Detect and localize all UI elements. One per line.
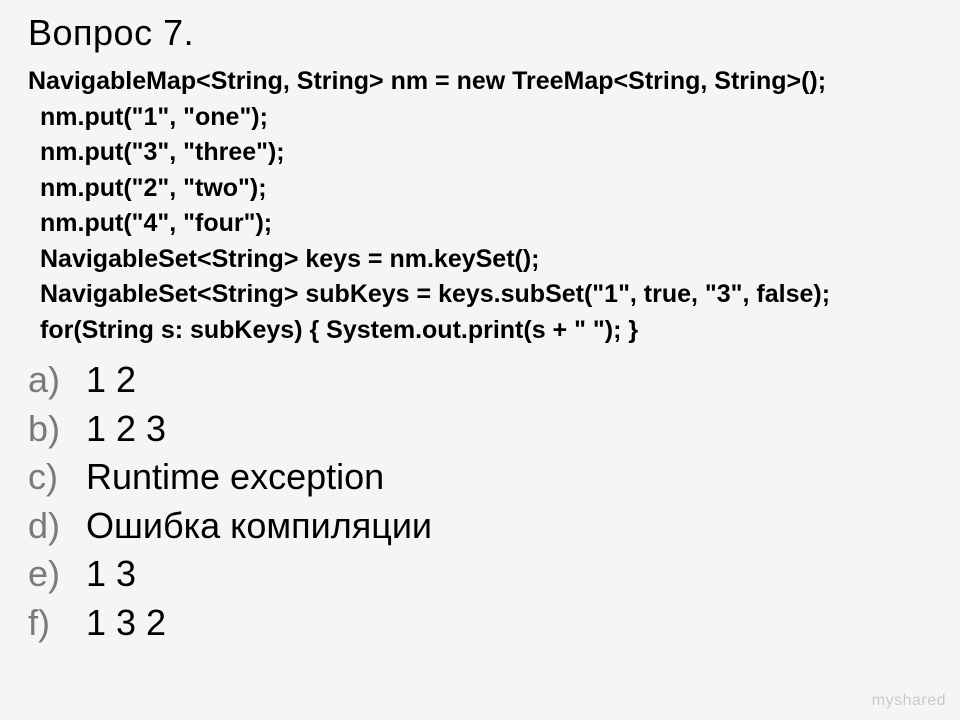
option-text: 1 3 bbox=[86, 550, 136, 599]
code-block: NavigableMap<String, String> nm = new Tr… bbox=[28, 64, 940, 348]
option-a: a) 1 2 bbox=[28, 356, 940, 405]
code-line: nm.put("1", "one"); bbox=[40, 100, 940, 136]
answer-options: a) 1 2 b) 1 2 3 c) Runtime exception d) … bbox=[28, 356, 940, 648]
option-text: Ошибка компиляции bbox=[86, 502, 432, 551]
code-line: nm.put("4", "four"); bbox=[40, 206, 940, 242]
code-line: nm.put("2", "two"); bbox=[40, 171, 940, 207]
option-letter: d) bbox=[28, 502, 86, 551]
option-text: 1 3 2 bbox=[86, 599, 166, 648]
question-title: Вопрос 7. bbox=[28, 12, 940, 54]
code-line: NavigableSet<String> keys = nm.keySet(); bbox=[40, 242, 940, 278]
code-line: NavigableMap<String, String> nm = new Tr… bbox=[28, 64, 940, 100]
code-line: for(String s: subKeys) { System.out.prin… bbox=[40, 313, 940, 349]
option-letter: a) bbox=[28, 356, 86, 405]
option-b: b) 1 2 3 bbox=[28, 405, 940, 454]
option-c: c) Runtime exception bbox=[28, 453, 940, 502]
option-e: e) 1 3 bbox=[28, 550, 940, 599]
option-letter: c) bbox=[28, 453, 86, 502]
code-line: nm.put("3", "three"); bbox=[40, 135, 940, 171]
option-f: f) 1 3 2 bbox=[28, 599, 940, 648]
option-d: d) Ошибка компиляции bbox=[28, 502, 940, 551]
watermark: myshared bbox=[872, 692, 946, 710]
option-text: 1 2 bbox=[86, 356, 136, 405]
slide: Вопрос 7. NavigableMap<String, String> n… bbox=[0, 0, 960, 660]
option-letter: e) bbox=[28, 550, 86, 599]
option-letter: b) bbox=[28, 405, 86, 454]
option-text: Runtime exception bbox=[86, 453, 384, 502]
option-letter: f) bbox=[28, 599, 86, 648]
option-text: 1 2 3 bbox=[86, 405, 166, 454]
code-line: NavigableSet<String> subKeys = keys.subS… bbox=[40, 277, 940, 313]
